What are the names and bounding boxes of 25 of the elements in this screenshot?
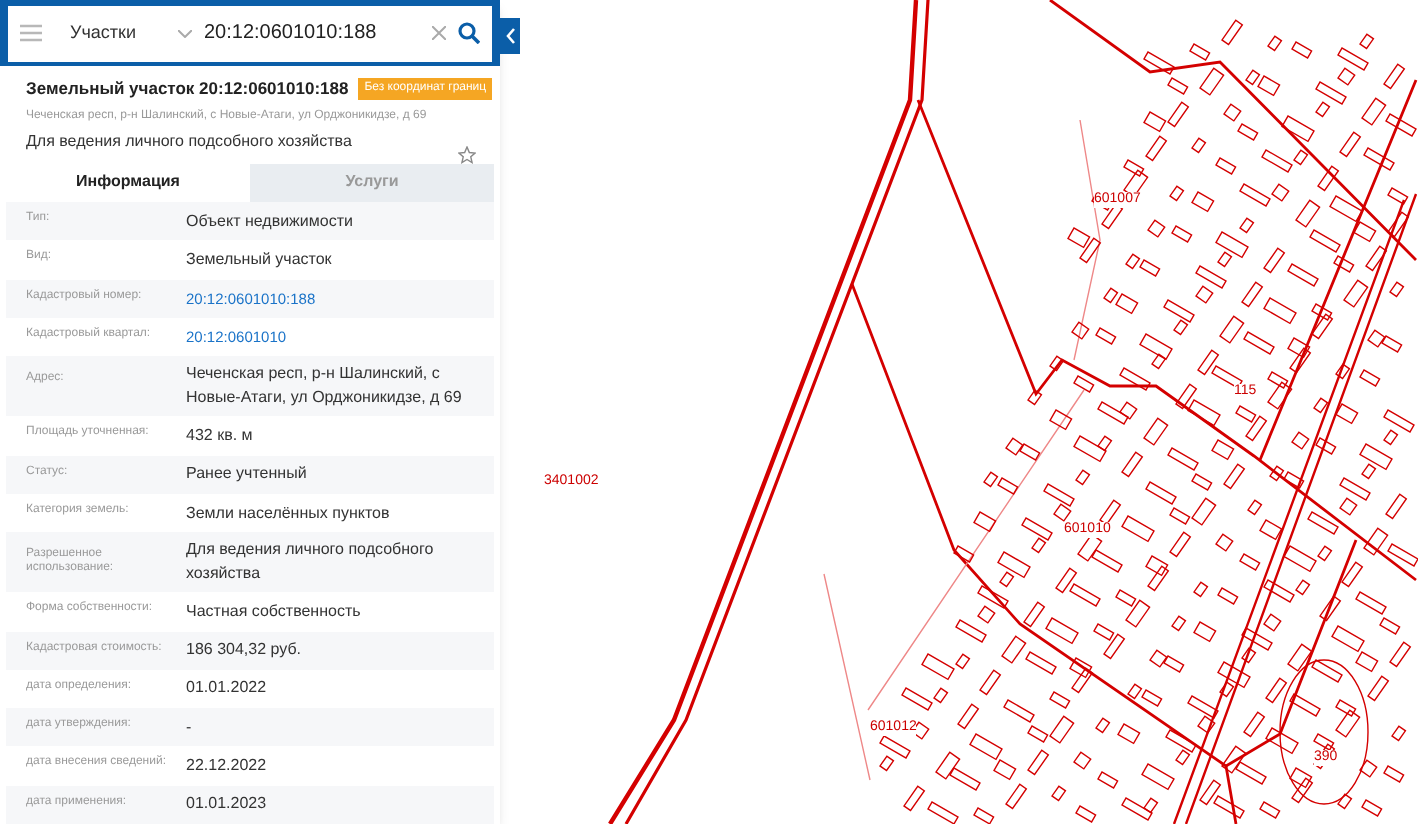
field-value: Ранее учтенный (186, 462, 307, 487)
field-value: 186 304,32 руб. (186, 638, 302, 663)
object-purpose: Для ведения личного подсобного хозяйства (26, 129, 354, 154)
field-value: 01.01.2022 (186, 676, 267, 701)
clear-icon[interactable] (432, 26, 446, 41)
chevron-left-icon (505, 28, 515, 44)
field-value: 432 кв. м (186, 423, 253, 448)
object-title: Земельный участок 20:12:0601010:188 (26, 76, 349, 102)
search-query[interactable]: 20:12:0601010:188 (204, 18, 420, 49)
field-value: Чеченская респ, р-н Шалинский, с Новые-Атаги, ул Орджоникидзе, д 69 (186, 362, 464, 411)
search-field[interactable]: Участки 20:12:0601010:188 (8, 5, 492, 62)
star-icon[interactable] (458, 145, 476, 164)
field-value: 22.12.2022 (186, 754, 267, 779)
field-value: Земельный участок (186, 248, 332, 273)
caret-icon (178, 29, 192, 38)
collapse-tab[interactable] (500, 18, 520, 54)
search-icon[interactable] (458, 22, 480, 45)
field-value: 01.01.2023 (186, 792, 267, 817)
layer-dropdown[interactable]: Участки (70, 19, 166, 47)
field-value: Земли населённых пунктов (186, 501, 390, 526)
menu-icon[interactable] (20, 24, 42, 43)
field-value: Для ведения личного подсобного хозяйства (186, 538, 436, 587)
field-value: - (186, 715, 192, 740)
field-value: Объект недвижимости (186, 209, 353, 234)
field-value: Частная собственность (186, 599, 361, 624)
